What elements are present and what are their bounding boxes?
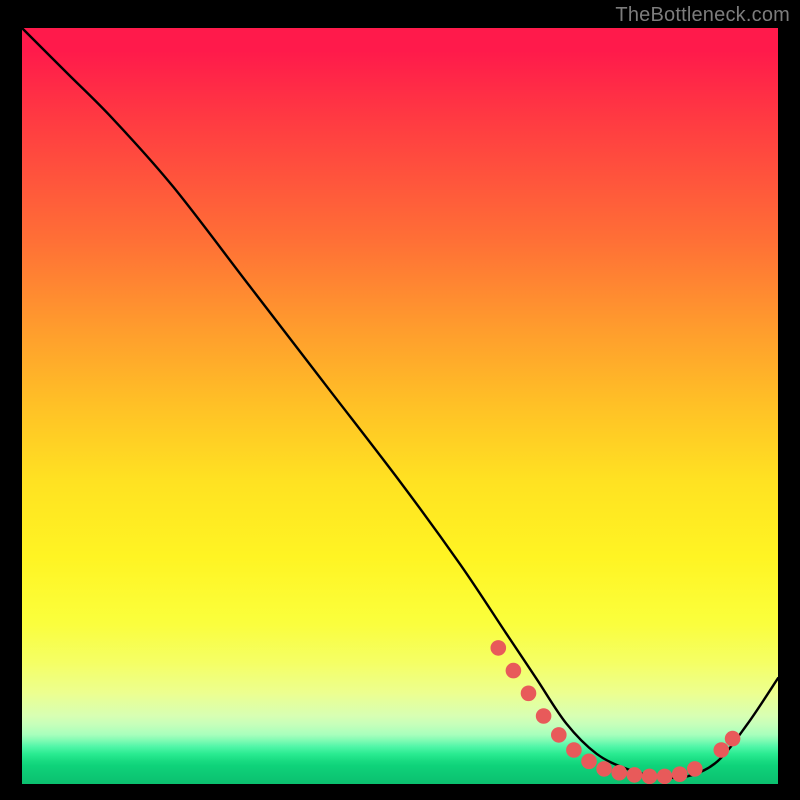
marker-dot	[672, 766, 688, 782]
chart-svg	[22, 28, 778, 784]
marker-dot	[551, 727, 567, 743]
curve-markers	[491, 640, 741, 784]
marker-dot	[506, 663, 522, 679]
marker-dot	[627, 767, 643, 783]
attribution-label: TheBottleneck.com	[615, 4, 790, 27]
marker-dot	[536, 708, 552, 724]
marker-dot	[566, 742, 582, 758]
marker-dot	[581, 754, 597, 770]
plot-area	[22, 28, 778, 784]
marker-dot	[642, 769, 658, 784]
chart-container: TheBottleneck.com	[0, 0, 800, 800]
marker-dot	[596, 761, 612, 777]
marker-dot	[657, 769, 673, 784]
marker-dot	[521, 686, 537, 702]
marker-dot	[687, 761, 703, 777]
marker-dot	[611, 765, 627, 781]
marker-dot	[725, 731, 741, 747]
marker-dot	[491, 640, 507, 656]
marker-dot	[714, 742, 730, 758]
curve-line	[22, 28, 778, 778]
